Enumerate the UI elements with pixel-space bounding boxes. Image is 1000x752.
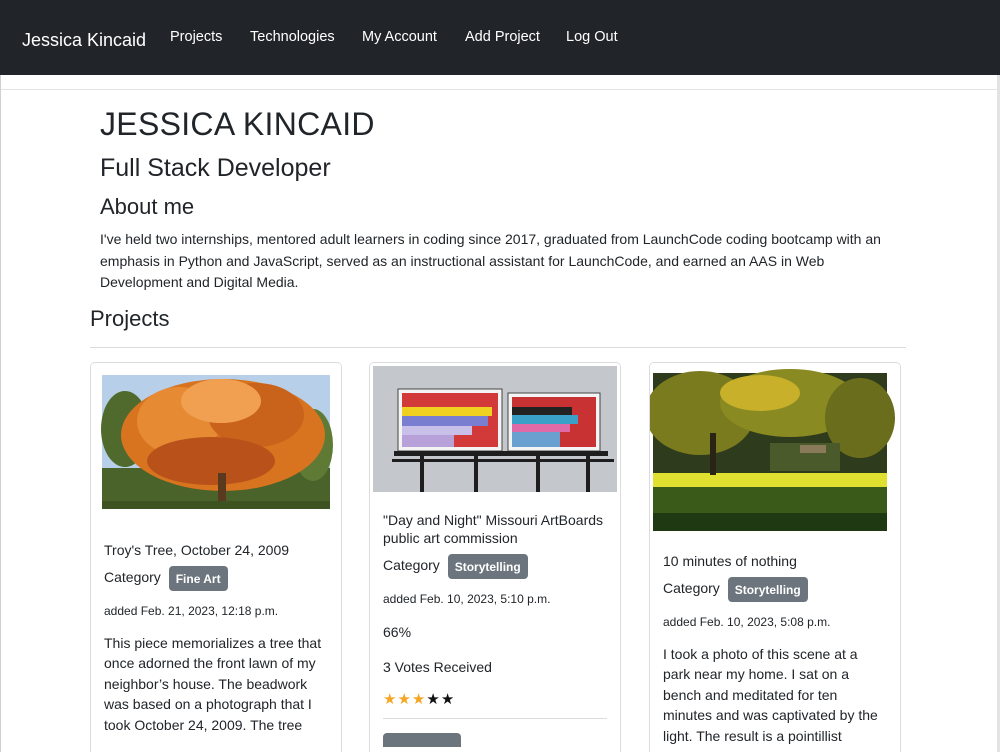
category-label: Category: [104, 569, 161, 585]
projects-divider: [90, 347, 906, 348]
added-date: added Feb. 10, 2023, 5:08 p.m.: [663, 614, 831, 629]
category-row: Category Storytelling: [663, 576, 887, 602]
card-divider: [383, 717, 607, 719]
nav-my-account-link[interactable]: My Account: [362, 29, 437, 45]
vote-percentage: 66%: [383, 623, 412, 640]
nav-technologies-link[interactable]: Technologies: [250, 29, 335, 45]
category-row: Category Fine Art: [104, 565, 328, 591]
about-heading: About me: [100, 194, 195, 219]
star-empty-icon[interactable]: ★: [426, 691, 440, 708]
category-badge[interactable]: Storytelling: [447, 553, 528, 579]
category-label: Category: [383, 557, 440, 573]
project-title[interactable]: 10 minutes of nothing: [663, 552, 887, 570]
page-frame-left: [0, 75, 1, 752]
category-row: Category Storytelling: [383, 553, 607, 579]
nav-log-out-link[interactable]: Log Out: [566, 29, 618, 45]
project-title[interactable]: Troy's Tree, October 24, 2009: [104, 541, 328, 559]
project-description: I took a photo of this scene at a park n…: [663, 645, 878, 744]
votes-received: 3 Votes Received: [383, 658, 492, 675]
profile-name: JESSICA KINCAID: [100, 106, 375, 142]
category-badge[interactable]: Storytelling: [727, 576, 808, 602]
brand-link[interactable]: Jessica Kincaid: [22, 30, 146, 51]
header-divider: [1, 89, 997, 90]
project-title[interactable]: "Day and Night" Missouri ArtBoards publi…: [383, 511, 607, 547]
project-image-park-scene[interactable]: [650, 363, 900, 537]
nav-add-project-link[interactable]: Add Project: [465, 29, 540, 45]
star-empty-icon[interactable]: ★: [441, 691, 455, 708]
top-navbar: Jessica Kincaid Projects Technologies My…: [0, 0, 1000, 75]
star-rating[interactable]: ★★★★★: [383, 691, 607, 708]
star-filled-icon[interactable]: ★: [383, 691, 397, 708]
category-label: Category: [663, 580, 720, 596]
star-filled-icon[interactable]: ★: [397, 691, 411, 708]
project-card: 10 minutes of nothing Category Storytell…: [649, 362, 901, 752]
project-image-billboards[interactable]: [370, 363, 620, 495]
star-filled-icon[interactable]: ★: [412, 691, 426, 708]
profile-role: Full Stack Developer: [100, 154, 331, 182]
project-card-body: "Day and Night" Missouri ArtBoards publi…: [383, 511, 607, 747]
added-date: added Feb. 21, 2023, 12:18 p.m.: [104, 603, 279, 618]
project-card: Troy's Tree, October 24, 2009 Category F…: [90, 362, 342, 752]
project-image-beaded-tree[interactable]: [91, 363, 341, 527]
nav-projects-link[interactable]: Projects: [170, 29, 222, 45]
about-text: I've held two internships, mentored adul…: [100, 231, 881, 290]
added-date: added Feb. 10, 2023, 5:10 p.m.: [383, 591, 551, 606]
project-card-body: Troy's Tree, October 24, 2009 Category F…: [104, 541, 328, 735]
vote-button[interactable]: [383, 732, 461, 747]
project-card: "Day and Night" Missouri ArtBoards publi…: [369, 362, 621, 752]
project-card-body: 10 minutes of nothing Category Storytell…: [663, 552, 887, 746]
projects-heading: Projects: [90, 306, 170, 331]
category-badge[interactable]: Fine Art: [168, 565, 228, 591]
project-description: This piece memorializes a tree that once…: [104, 634, 322, 733]
